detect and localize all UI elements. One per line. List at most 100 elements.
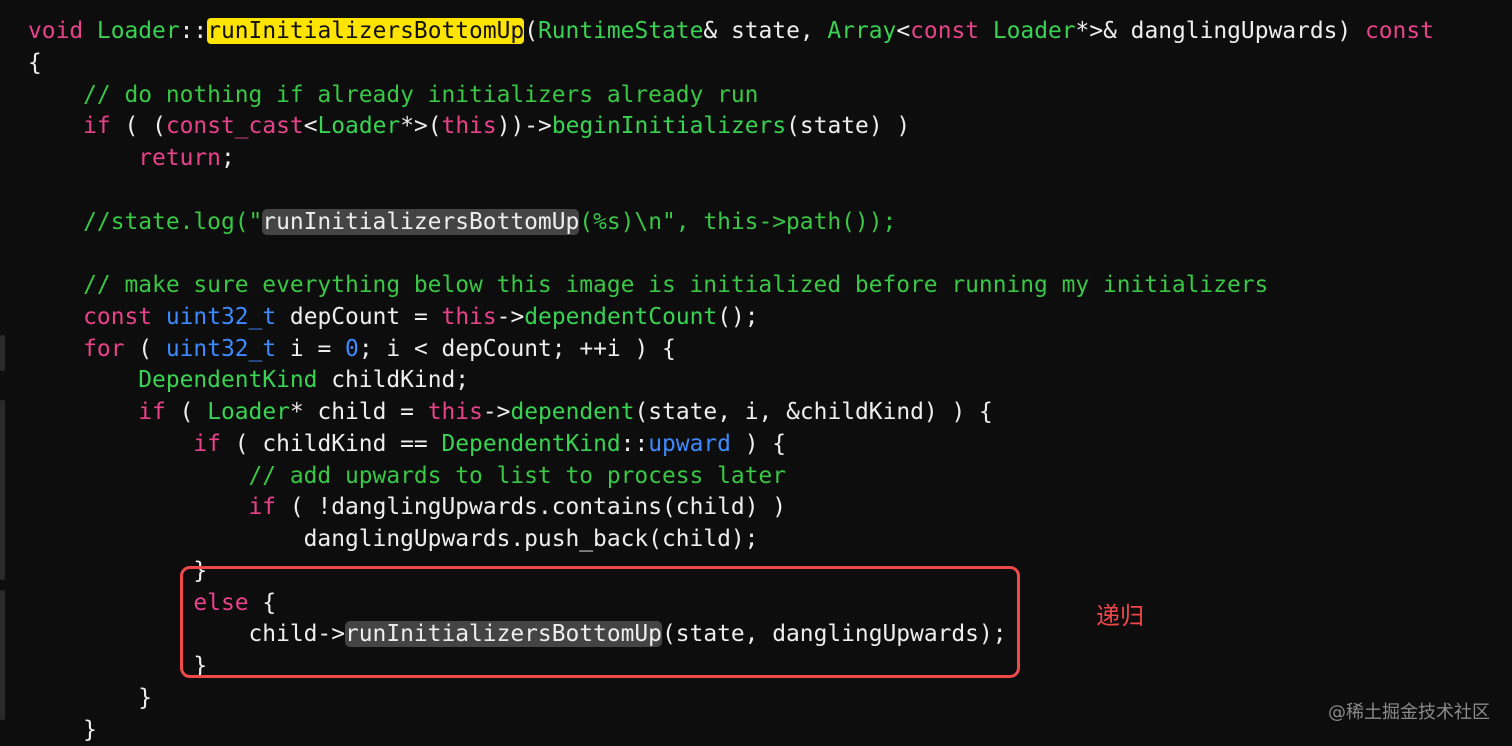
code-token: (); — [717, 303, 759, 330]
watermark: @稀土掘金技术社区 — [1328, 702, 1490, 723]
code-token: :: — [620, 430, 649, 457]
code-token: ))-> — [496, 113, 552, 140]
code-token: Array — [827, 18, 897, 44]
code-token: this — [427, 399, 483, 425]
code-token: depCount — [289, 303, 401, 330]
code-token: RuntimeState — [537, 18, 704, 44]
code-token: const_cast — [165, 113, 304, 140]
code-token: ( — [124, 335, 166, 362]
code-token: const — [83, 303, 166, 330]
gutter-marker — [0, 335, 5, 371]
gutter-marker — [0, 430, 5, 580]
code-line: for ( uint32_t i = 0; i < depCount; ++i … — [28, 333, 676, 365]
code-token: void — [28, 18, 97, 44]
code-token: Loader — [317, 113, 401, 140]
code-token: ( — [165, 399, 208, 425]
code-line: // make sure everything below this image… — [28, 269, 1268, 301]
code-token: const — [1364, 18, 1434, 44]
code-line: if ( Loader* child = this->dependent(sta… — [28, 396, 993, 428]
code-line: void Loader::runInitializersBottomUp(Run… — [28, 15, 1434, 47]
code-token: (state) ) — [786, 113, 911, 140]
code-token: -> — [496, 303, 525, 330]
code-token: DependentKind — [138, 367, 318, 394]
code-token: } — [28, 684, 153, 711]
code-line: // add upwards to list to process later — [28, 460, 786, 492]
code-token: & state, — [703, 18, 828, 44]
recursion-highlight-box — [180, 566, 1020, 678]
code-token: if — [193, 430, 221, 457]
code-token: = — [400, 303, 442, 330]
code-token: DependentKind — [441, 430, 621, 457]
code-token: dependentCount — [524, 303, 718, 330]
code-token: childKind; — [317, 367, 470, 394]
code-token: ; i < depCount; ++i ) { — [358, 335, 676, 362]
code-token: Loader — [96, 18, 180, 44]
code-token: beginInitializers — [551, 113, 787, 140]
code-token: for — [83, 335, 125, 362]
code-token: uint32_t — [165, 335, 277, 362]
code-token: runInitializersBottomUp — [207, 18, 525, 44]
code-token: } — [28, 716, 97, 743]
code-token: // make sure everything below this image… — [28, 272, 1269, 298]
code-token: :: — [179, 18, 208, 44]
code-line: if ( !danglingUpwards.contains(child) ) — [28, 491, 787, 523]
annotation-label: 递归 — [1096, 602, 1144, 630]
code-token: // do nothing if already initializers al… — [28, 81, 759, 108]
code-line: if ( (const_cast<Loader*>(this))->beginI… — [28, 110, 910, 142]
code-token: ( — [524, 18, 538, 44]
code-token: this — [441, 113, 497, 140]
code-line: danglingUpwards.push_back(child); — [28, 523, 759, 555]
code-line: DependentKind childKind; — [28, 364, 469, 396]
code-token: ( !danglingUpwards. — [276, 494, 552, 521]
code-line: { — [28, 47, 42, 79]
code-token: ( ( — [110, 113, 166, 140]
code-token: //state.log(" — [28, 208, 263, 235]
code-token: * child = — [289, 399, 428, 425]
code-token: Loader — [207, 399, 290, 425]
code-token: if — [248, 494, 277, 521]
code-token: uint32_t — [165, 303, 277, 330]
code-token: (child) ) — [662, 494, 787, 521]
code-token: < — [303, 113, 318, 140]
code-token: contains — [551, 494, 662, 521]
code-line: } — [28, 682, 152, 714]
gutter-marker — [0, 590, 5, 720]
code-token: Loader — [992, 18, 1076, 44]
code-editor[interactable]: void Loader::runInitializersBottomUp(Run… — [0, 0, 1512, 746]
code-token: 0 — [345, 335, 359, 362]
code-token: *>& danglingUpwards) — [1075, 18, 1365, 44]
code-token: danglingUpwards.push_back(child); — [28, 526, 759, 552]
code-token: if — [138, 399, 166, 425]
code-token: dependent — [510, 399, 635, 425]
code-token: *>( — [400, 113, 442, 140]
code-token: runInitializersBottomUp — [262, 208, 580, 235]
code-token: i = — [276, 335, 346, 362]
code-token: return — [138, 145, 221, 171]
code-line: // do nothing if already initializers al… — [28, 79, 758, 111]
code-token: ( childKind == — [220, 430, 442, 457]
code-token: this — [441, 303, 497, 330]
code-line: //state.log("runInitializersBottomUp(%s)… — [28, 206, 896, 238]
code-token: < — [896, 18, 911, 44]
code-token: ) { — [730, 430, 787, 457]
code-token: // add upwards to list to process later — [28, 462, 786, 489]
code-token: const — [910, 18, 993, 44]
code-token: upward — [648, 430, 731, 457]
code-token: (state, i, &childKind) ) { — [634, 399, 993, 425]
code-line: const uint32_t depCount = this->dependen… — [28, 301, 759, 333]
code-token: -> — [482, 399, 511, 425]
code-token: ; — [220, 145, 235, 171]
code-line: if ( childKind == DependentKind::upward … — [28, 428, 786, 460]
code-token: { — [28, 49, 42, 76]
code-line: } — [28, 714, 97, 746]
